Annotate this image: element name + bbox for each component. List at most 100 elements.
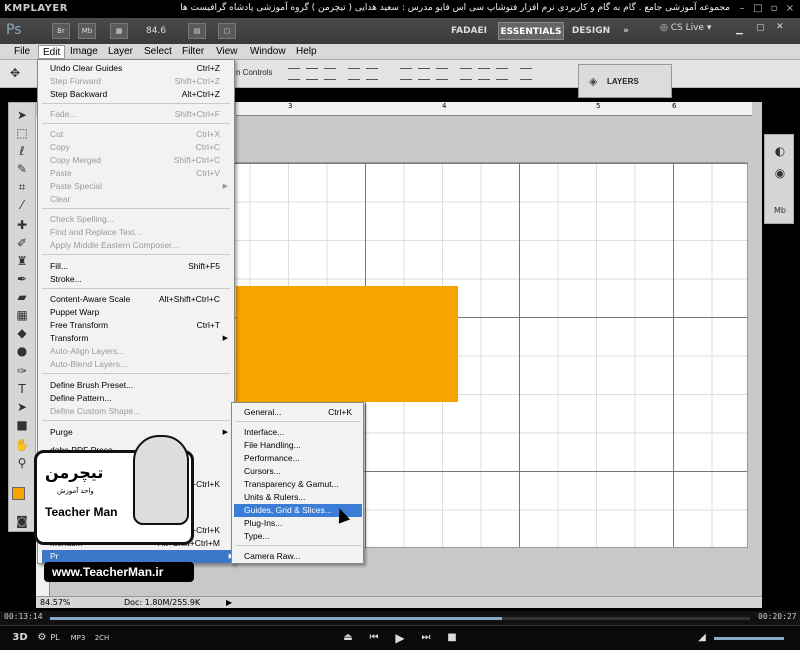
pref-interface[interactable]: Interface... — [244, 426, 362, 439]
maximize-icon[interactable]: □ — [752, 3, 764, 14]
ps-close-icon[interactable]: ✕ — [776, 22, 784, 32]
workspace-design[interactable]: DESIGN — [570, 22, 612, 40]
menu-check-spelling[interactable]: Check Spelling... — [50, 213, 230, 226]
volume-icon[interactable]: ◢ — [694, 631, 710, 645]
auto-align-icon[interactable] — [520, 68, 532, 80]
ps-maximize-icon[interactable]: ▢ — [756, 23, 765, 33]
menu-middle-eastern-composer[interactable]: Apply Middle Eastern Composer... — [50, 239, 230, 252]
align-hcenter-icon[interactable] — [366, 68, 378, 80]
menu-layer[interactable]: Layer — [104, 45, 137, 59]
layers-panel-collapsed[interactable]: ◈ LAYERS — [578, 64, 672, 98]
distribute-hcenter-icon[interactable] — [478, 68, 490, 80]
pref-camera-raw[interactable]: Camera Raw... — [244, 550, 362, 563]
align-top-icon[interactable] — [288, 68, 300, 80]
mini-bridge-button[interactable]: Mb — [78, 23, 96, 39]
orange-rectangle[interactable] — [236, 286, 458, 402]
zoom-tool-icon[interactable]: ⚲ — [12, 455, 32, 471]
distribute-top-icon[interactable] — [400, 68, 412, 80]
play-icon[interactable]: ▶ — [392, 631, 408, 645]
foreground-color-swatch[interactable] — [12, 487, 25, 500]
menu-find-replace[interactable]: Find and Replace Text... — [50, 226, 230, 239]
menu-stroke[interactable]: Stroke... — [50, 273, 230, 286]
menu-view[interactable]: View — [212, 45, 242, 59]
masks-icon[interactable]: ◉ — [770, 165, 790, 181]
menu-transform[interactable]: Transform ▶ — [50, 332, 230, 345]
menu-copy[interactable]: Copy Ctrl+C — [50, 141, 230, 154]
menu-select[interactable]: Select — [140, 45, 176, 59]
move-tool-icon[interactable]: ➤ — [12, 107, 32, 123]
quick-select-tool-icon[interactable]: ✎ — [12, 161, 32, 177]
workspace-more-icon[interactable]: » — [620, 22, 632, 40]
workspace-fadaei[interactable]: FADAEI — [448, 22, 490, 40]
pref-transparency-gamut[interactable]: Transparency & Gamut... — [244, 478, 362, 491]
pen-tool-icon[interactable]: ✑ — [12, 363, 32, 379]
bridge-button[interactable]: Br — [52, 23, 70, 39]
gradient-tool-icon[interactable]: ▦ — [12, 307, 32, 323]
ps-minimize-icon[interactable]: ▁ — [736, 25, 743, 35]
menu-help[interactable]: Help — [292, 45, 321, 59]
distribute-bottom-icon[interactable] — [436, 68, 448, 80]
blur-tool-icon[interactable]: ◆ — [12, 325, 32, 341]
healing-tool-icon[interactable]: ✚ — [12, 217, 32, 233]
minimize-icon[interactable]: – — [736, 3, 748, 14]
brush-tool-icon[interactable]: ✐ — [12, 235, 32, 251]
menu-paste[interactable]: Paste Ctrl+V — [50, 167, 230, 180]
distribute-vcenter-icon[interactable] — [418, 68, 430, 80]
status-arrow-icon[interactable]: ▶ — [226, 597, 232, 609]
mp3-button[interactable]: MP3 — [68, 631, 88, 645]
stamp-tool-icon[interactable]: ♜ — [12, 253, 32, 269]
menu-define-brush[interactable]: Define Brush Preset... — [50, 379, 230, 392]
workspace-essentials[interactable]: ESSENTIALS — [498, 22, 564, 40]
menu-clear[interactable]: Clear — [50, 193, 230, 206]
menu-paste-special[interactable]: Paste Special ▶ — [50, 180, 230, 193]
quick-mask-icon[interactable]: ◙ — [12, 513, 32, 529]
menu-define-pattern[interactable]: Define Pattern... — [50, 392, 230, 405]
type-tool-icon[interactable]: T — [12, 381, 32, 397]
previous-icon[interactable]: ⏮ — [366, 631, 382, 645]
menu-file[interactable]: File — [10, 45, 34, 59]
menu-free-transform[interactable]: Free Transform Ctrl+T — [50, 319, 230, 332]
adjustments-icon[interactable]: ◐ — [770, 143, 790, 159]
transform-controls-label[interactable]: n Controls — [236, 68, 272, 77]
horizontal-ruler[interactable]: 3 4 5 6 — [236, 102, 752, 116]
view-extras-icon[interactable]: ▦ — [110, 23, 128, 39]
menu-define-shape[interactable]: Define Custom Shape... — [50, 405, 230, 418]
shape-tool-icon[interactable]: ■ — [12, 417, 32, 433]
menu-purge[interactable]: Purge ▶ — [50, 426, 230, 439]
menu-image[interactable]: Image — [66, 45, 102, 59]
eraser-tool-icon[interactable]: ▰ — [12, 289, 32, 305]
menu-cut[interactable]: Cut Ctrl+X — [50, 128, 230, 141]
cs-live-button[interactable]: ◎ CS Live ▾ — [660, 23, 711, 33]
crop-tool-icon[interactable]: ⌗ — [12, 179, 32, 195]
playlist-button[interactable]: PL — [48, 631, 62, 645]
zoom-level-field[interactable]: 84.6 — [146, 23, 180, 39]
menu-step-forward[interactable]: Step Forward Shift+Ctrl+Z — [50, 75, 230, 88]
history-brush-icon[interactable]: ✒ — [12, 271, 32, 287]
screen-mode-icon[interactable]: ▢ — [218, 23, 236, 39]
pref-file-handling[interactable]: File Handling... — [244, 439, 362, 452]
menu-auto-align[interactable]: Auto-Align Layers... — [50, 345, 230, 358]
path-select-tool-icon[interactable]: ➤ — [12, 399, 32, 415]
move-tool-icon[interactable]: ✥ — [10, 66, 20, 80]
menu-fade[interactable]: Fade... Shift+Ctrl+F — [50, 108, 230, 121]
pref-units-rulers[interactable]: Units & Rulers... — [244, 491, 362, 504]
align-left-icon[interactable] — [348, 68, 360, 80]
close-icon[interactable]: × — [784, 3, 796, 14]
pref-cursors[interactable]: Cursors... — [244, 465, 362, 478]
3d-button[interactable]: 3D — [10, 631, 30, 645]
mini-bridge-panel-icon[interactable]: Mb — [770, 203, 790, 219]
menu-window[interactable]: Window — [246, 45, 290, 59]
stop-icon[interactable]: ■ — [444, 631, 460, 645]
pref-performance[interactable]: Performance... — [244, 452, 362, 465]
distribute-right-icon[interactable] — [496, 68, 508, 80]
menu-content-aware-scale[interactable]: Content-Aware Scale Alt+Shift+Ctrl+C — [50, 293, 230, 306]
menu-undo[interactable]: Undo Clear Guides Ctrl+Z — [50, 62, 230, 75]
menu-puppet-warp[interactable]: Puppet Warp — [50, 306, 230, 319]
restore-icon[interactable]: ▫ — [768, 3, 780, 14]
marquee-tool-icon[interactable]: ⬚ — [12, 125, 32, 141]
eyedropper-tool-icon[interactable]: ⁄ — [12, 197, 32, 213]
lasso-tool-icon[interactable]: ℓ — [12, 143, 32, 159]
volume-slider[interactable] — [714, 637, 784, 640]
distribute-left-icon[interactable] — [460, 68, 472, 80]
next-icon[interactable]: ⏭ — [418, 631, 434, 645]
